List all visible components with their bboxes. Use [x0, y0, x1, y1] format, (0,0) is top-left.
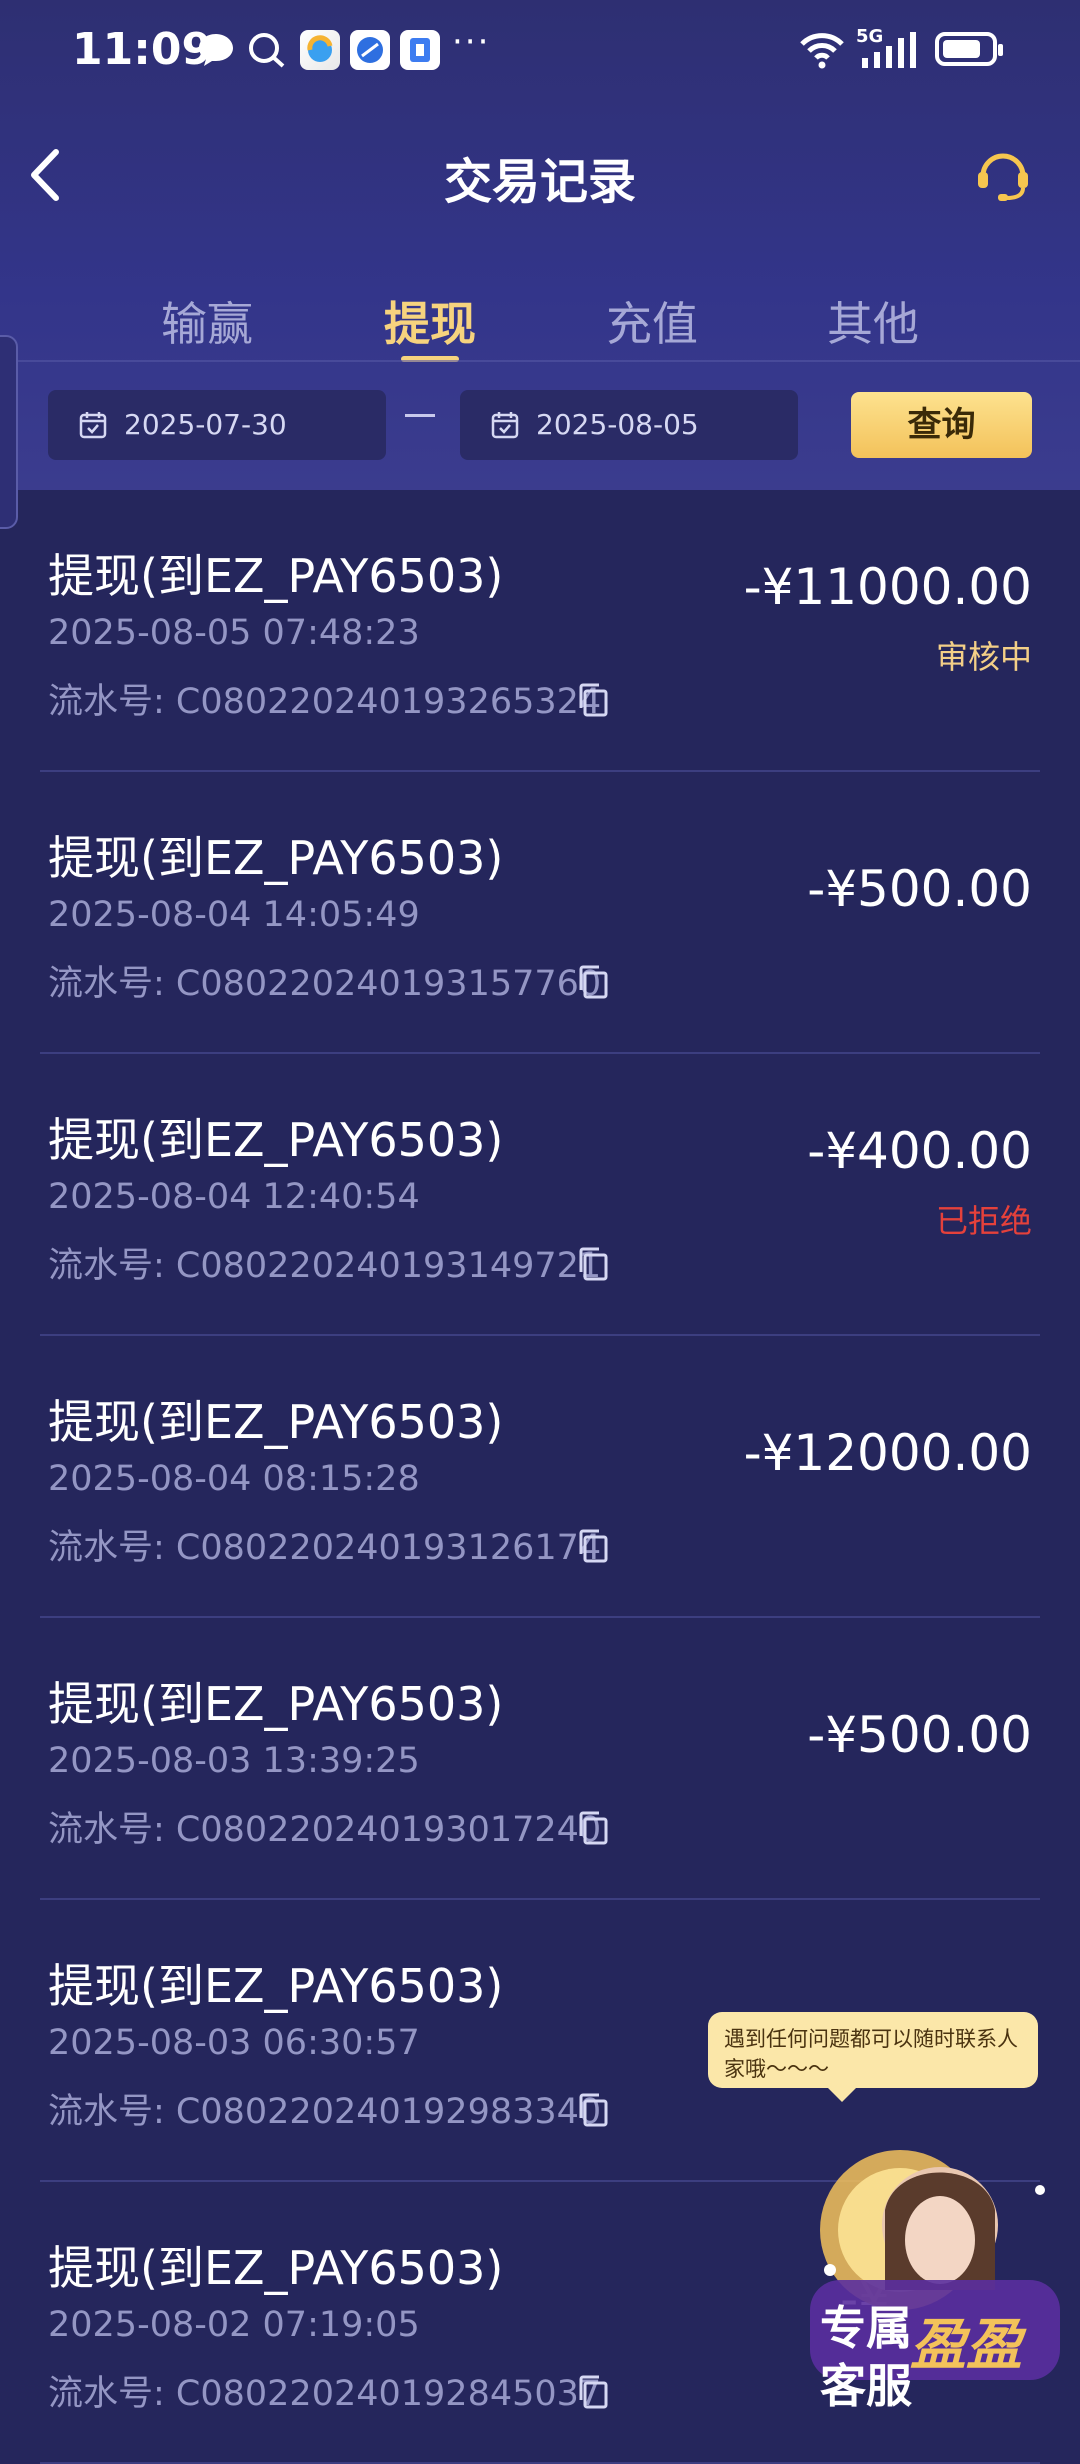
record-serial: 流水号: C08022024019314972­1: [48, 1246, 602, 1286]
copy-icon[interactable]: [576, 1810, 610, 1846]
calendar-icon: [491, 412, 519, 439]
record-time: 2025-08-02 07:19:05: [48, 2305, 420, 2345]
tab-win-loss[interactable]: 输赢: [147, 288, 267, 354]
message-icon: [199, 34, 233, 66]
date-range-separator: [405, 414, 435, 417]
record-title: 提现(到EZ_PAY6503): [48, 549, 504, 603]
record-time: 2025-08-04 08:15:28: [48, 1459, 420, 1499]
record-serial: 流水号: C08022024019284503­7: [48, 2374, 602, 2414]
record-serial: 流水号: C08022024019301724­0: [48, 1810, 602, 1850]
record-title: 提现(到EZ_PAY6503): [48, 1395, 504, 1449]
record-amount: -¥400.00: [807, 1122, 1032, 1180]
record-row[interactable]: 提现(到EZ_PAY6503) 2025-08-04 14:05:49 流水号: C…: [0, 772, 1080, 1054]
record-time: 2025-08-04 14:05:49: [48, 895, 420, 935]
end-date-picker[interactable]: 2025-08-05: [460, 390, 798, 460]
record-amount: -¥500.00: [807, 1706, 1032, 1764]
record-amount: -¥12000.00: [743, 1424, 1032, 1482]
title-bar: 交易记录: [0, 120, 1080, 230]
record-amount: -¥11000.00: [743, 558, 1032, 616]
copy-icon[interactable]: [576, 2092, 610, 2128]
record-time: 2025-08-03 13:39:25: [48, 1741, 420, 1781]
record-row[interactable]: 提现(到EZ_PAY6503) 2025-08-04 12:40:54 流水号: C…: [0, 1054, 1080, 1336]
tab-recharge[interactable]: 充值: [592, 288, 712, 354]
support-tooltip[interactable]: 遇到任何问题都可以随时联系人家哦～～～: [708, 2012, 1038, 2102]
record-row[interactable]: 提现(到EZ_PAY6503) 2025-08-05 07:48:23 流水号: C…: [0, 490, 1080, 772]
app-icon-shield: [400, 30, 440, 70]
record-serial: 流水号: C08022024019326532­4: [48, 682, 602, 722]
badge-label-line2: 客服: [820, 2359, 912, 2413]
start-date-value: 2025-07-30: [124, 408, 287, 441]
record-serial: 流水号: C08022024019298334­0: [48, 2092, 602, 2132]
copy-icon[interactable]: [576, 2374, 610, 2410]
tab-withdraw[interactable]: 提现: [370, 288, 490, 354]
app-icon-browser: [300, 30, 340, 70]
tab-other[interactable]: 其他: [813, 288, 933, 354]
more-notifications-icon: ···: [452, 22, 491, 62]
record-row[interactable]: 提现(到EZ_PAY6503) 2025-08-04 08:15:28 流水号: C…: [0, 1336, 1080, 1618]
copy-icon[interactable]: [576, 1246, 610, 1282]
headset-icon[interactable]: [970, 142, 1036, 208]
copy-icon[interactable]: [576, 964, 610, 1000]
page-title: 交易记录: [443, 154, 636, 210]
badge-name: 盈盈: [910, 2313, 1022, 2378]
copy-icon[interactable]: [576, 682, 610, 718]
customer-service-badge[interactable]: 专属 客服 盈盈: [790, 2120, 1070, 2413]
wifi-icon: [800, 33, 844, 69]
copy-icon[interactable]: [576, 1528, 610, 1564]
record-serial: 流水号: C08022024019312617­4: [48, 1528, 602, 1568]
record-type-tabs: 输赢 提现 充值 其他: [0, 280, 1080, 362]
app-icon-globe: [350, 30, 390, 70]
start-date-picker[interactable]: 2025-07-30: [48, 390, 386, 460]
badge-label: 专属 客服: [820, 2292, 912, 2416]
record-title: 提现(到EZ_PAY6503): [48, 1677, 504, 1731]
record-status-badge: 审核中: [935, 638, 1032, 676]
signal-icon: [862, 32, 916, 68]
query-button[interactable]: 查询: [851, 392, 1032, 458]
status-time: 11:09: [72, 24, 213, 75]
record-title: 提现(到EZ_PAY6503): [48, 1113, 504, 1167]
battery-icon: [935, 32, 1003, 66]
badge-label-line1: 专属: [820, 2301, 912, 2355]
calendar-icon: [79, 412, 107, 439]
search-bubble-icon: [249, 33, 285, 68]
record-status-badge: 已拒绝: [935, 1202, 1032, 1240]
end-date-value: 2025-08-05: [536, 408, 699, 441]
record-row[interactable]: 提现(到EZ_PAY6503) 2025-08-03 13:39:25 流水号: C…: [0, 1618, 1080, 1900]
date-filter-bar: 2025-07-30 2025-08-05 查询: [0, 362, 1080, 490]
status-bar: 11:09 ··· 5G: [0, 0, 1080, 100]
record-time: 2025-08-05 07:48:23: [48, 613, 420, 653]
battery-level: [943, 40, 980, 58]
record-title: 提现(到EZ_PAY6503): [48, 831, 504, 885]
record-amount: -¥500.00: [807, 860, 1032, 918]
record-title: 提现(到EZ_PAY6503): [48, 2241, 504, 2295]
record-time: 2025-08-03 06:30:57: [48, 2023, 420, 2063]
record-serial: 流水号: C08022024019315776­0: [48, 964, 602, 1004]
record-title: 提现(到EZ_PAY6503): [48, 1959, 504, 2013]
record-time: 2025-08-04 12:40:54: [48, 1177, 420, 1217]
